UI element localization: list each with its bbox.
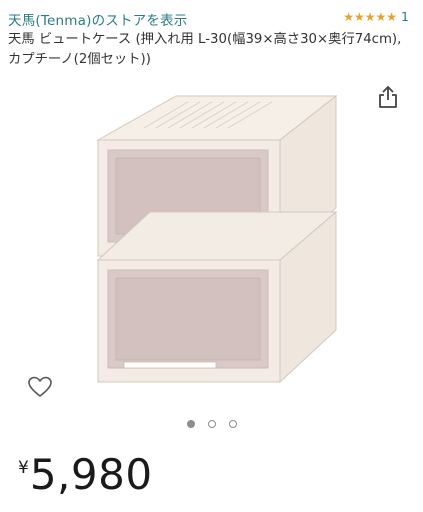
- star-icon: ★: [375, 9, 387, 24]
- share-icon: [379, 86, 397, 108]
- rating[interactable]: ★ ★ ★ ★ ★ 1: [343, 9, 409, 24]
- product-image[interactable]: [88, 80, 338, 390]
- store-row: 天馬(Tenma)のストアを表示 ★ ★ ★ ★ ★ 1: [8, 8, 409, 29]
- rating-count[interactable]: 1: [401, 9, 409, 24]
- currency-symbol: ¥: [18, 458, 29, 478]
- heart-icon: [28, 376, 52, 397]
- stacked-storage-drawers-image: [96, 94, 338, 384]
- star-icon: ★: [364, 9, 376, 24]
- price-value: 5,980: [29, 450, 153, 499]
- carousel-dot[interactable]: [207, 420, 216, 428]
- share-button[interactable]: [368, 80, 408, 114]
- product-title: 天馬 ビュートケース (押入れ用 L-30(幅39×高さ30×奥行74cm), …: [8, 32, 402, 67]
- star-icon: ★: [386, 9, 398, 24]
- store-link[interactable]: 天馬(Tenma)のストアを表示: [8, 9, 187, 29]
- carousel-indicator: [0, 420, 423, 428]
- star-icon: ★: [343, 9, 354, 24]
- price: ¥ 5,980: [18, 452, 153, 498]
- rating-stars: ★ ★ ★ ★ ★: [343, 10, 397, 24]
- carousel-dot[interactable]: [228, 420, 237, 428]
- carousel-dot[interactable]: [186, 420, 195, 428]
- star-icon: ★: [353, 9, 365, 24]
- favorite-button[interactable]: [20, 370, 60, 404]
